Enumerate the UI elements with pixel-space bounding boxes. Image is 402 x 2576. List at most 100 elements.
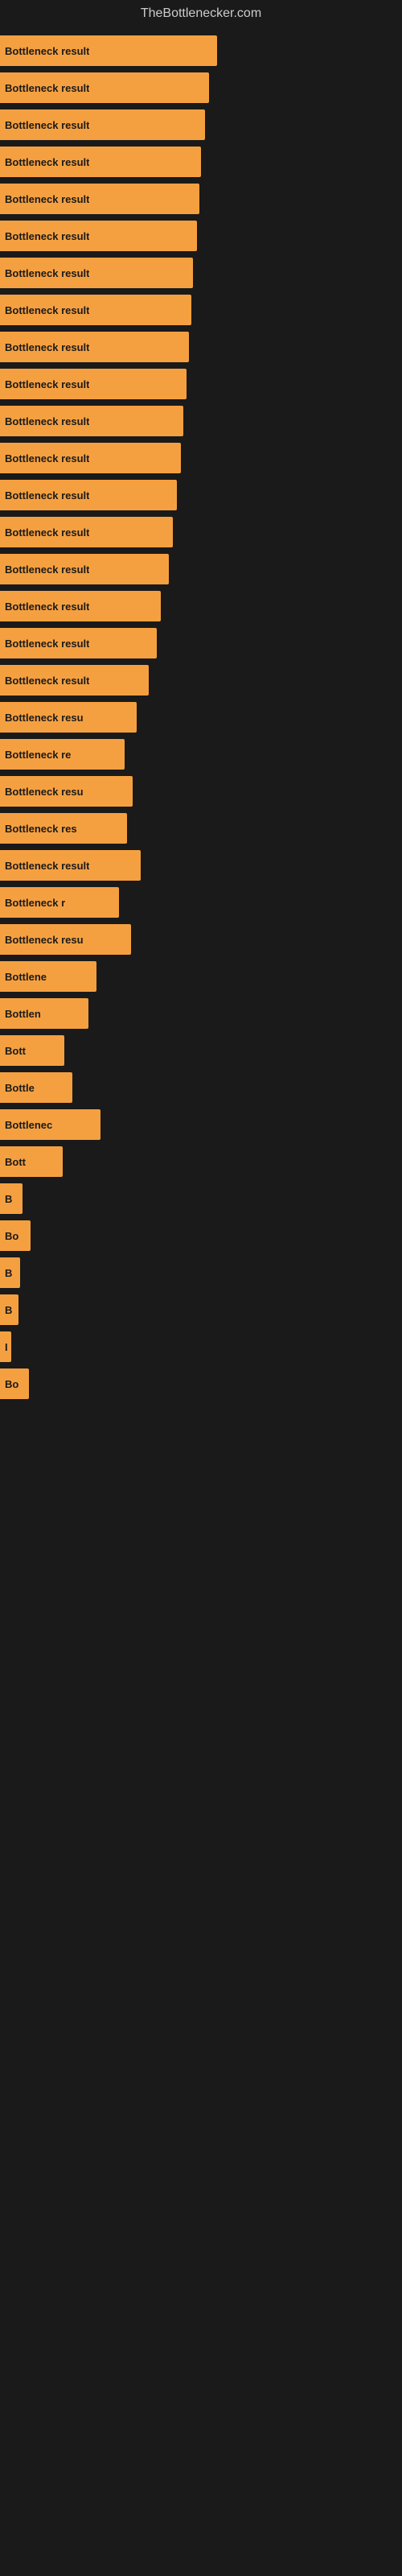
bar[interactable]: Bottleneck resu: [0, 702, 137, 733]
bar[interactable]: Bottleneck result: [0, 184, 199, 214]
bar-label: Bottleneck resu: [5, 934, 84, 946]
bar[interactable]: B: [0, 1183, 23, 1214]
bar-row: Bottleneck r: [0, 884, 402, 921]
bar[interactable]: B: [0, 1257, 20, 1288]
bar[interactable]: Bottleneck result: [0, 665, 149, 696]
bar-label: Bottleneck result: [5, 415, 89, 427]
bar[interactable]: Bott: [0, 1146, 63, 1177]
bar-label: Bottleneck result: [5, 452, 89, 464]
bar-label: Bott: [5, 1156, 26, 1168]
bar[interactable]: Bottlen: [0, 998, 88, 1029]
bar-row: Bottleneck result: [0, 106, 402, 143]
bar[interactable]: Bottleneck result: [0, 628, 157, 658]
bar[interactable]: Bottle: [0, 1072, 72, 1103]
bar[interactable]: Bottleneck result: [0, 258, 193, 288]
bar[interactable]: Bottleneck result: [0, 480, 177, 510]
bar-row: Bottleneck result: [0, 254, 402, 291]
bar-row: B: [0, 1254, 402, 1291]
bar[interactable]: Bottleneck result: [0, 369, 187, 399]
bar-row: Bottleneck result: [0, 440, 402, 477]
bar[interactable]: Bottlene: [0, 961, 96, 992]
bar[interactable]: Bottleneck result: [0, 72, 209, 103]
bar-row: Bottlen: [0, 995, 402, 1032]
bar-label: I: [5, 1341, 8, 1353]
bar-label: Bottleneck resu: [5, 786, 84, 798]
bar-label: B: [5, 1267, 12, 1279]
bar[interactable]: B: [0, 1294, 18, 1325]
bar-label: Bott: [5, 1045, 26, 1057]
bar-label: Bottleneck result: [5, 156, 89, 168]
bar[interactable]: Bottleneck result: [0, 517, 173, 547]
bar-label: Bottleneck result: [5, 378, 89, 390]
bar-label: Bottleneck result: [5, 45, 89, 57]
bar-label: Bottleneck re: [5, 749, 71, 761]
bar-row: Bottleneck result: [0, 625, 402, 662]
bar-label: Bottleneck result: [5, 304, 89, 316]
bar-label: Bottleneck result: [5, 341, 89, 353]
bar[interactable]: I: [0, 1331, 11, 1362]
bar[interactable]: Bottleneck re: [0, 739, 125, 770]
bar-label: Bottleneck r: [5, 897, 65, 909]
bar-label: Bottleneck result: [5, 564, 89, 576]
bar-label: Bottleneck result: [5, 526, 89, 539]
bar-row: Bo: [0, 1365, 402, 1402]
bar-row: B: [0, 1180, 402, 1217]
bar[interactable]: Bottleneck result: [0, 35, 217, 66]
bar-label: Bottleneck resu: [5, 712, 84, 724]
bar-label: Bottlene: [5, 971, 47, 983]
bar-row: Bottleneck resu: [0, 773, 402, 810]
bar-label: Bottlen: [5, 1008, 41, 1020]
bar[interactable]: Bottleneck resu: [0, 776, 133, 807]
bar[interactable]: Bott: [0, 1035, 64, 1066]
bar[interactable]: Bottleneck result: [0, 147, 201, 177]
bar-label: Bottleneck result: [5, 489, 89, 502]
bar-row: Bottleneck result: [0, 365, 402, 402]
bar-label: B: [5, 1193, 12, 1205]
bar-row: Bottleneck res: [0, 810, 402, 847]
bar-label: Bottleneck result: [5, 193, 89, 205]
bar[interactable]: Bottleneck r: [0, 887, 119, 918]
bar-row: Bottleneck re: [0, 736, 402, 773]
bar-row: Bott: [0, 1032, 402, 1069]
bar-row: Bottleneck result: [0, 32, 402, 69]
bar-row: Bottleneck resu: [0, 699, 402, 736]
bar-row: I: [0, 1328, 402, 1365]
bar-label: Bo: [5, 1230, 18, 1242]
bar-label: Bottleneck result: [5, 119, 89, 131]
bar[interactable]: Bottleneck result: [0, 221, 197, 251]
bar-row: Bottleneck result: [0, 328, 402, 365]
bar-label: B: [5, 1304, 12, 1316]
bar-label: Bo: [5, 1378, 18, 1390]
bar[interactable]: Bo: [0, 1368, 29, 1399]
bar[interactable]: Bottleneck result: [0, 850, 141, 881]
bars-container: Bottleneck result Bottleneck result Bottle…: [0, 24, 402, 1410]
bar-row: B: [0, 1291, 402, 1328]
bar[interactable]: Bottleneck result: [0, 554, 169, 584]
bar[interactable]: Bottleneck result: [0, 406, 183, 436]
bar[interactable]: Bottleneck result: [0, 332, 189, 362]
bar[interactable]: Bo: [0, 1220, 31, 1251]
bar-label: Bottleneck result: [5, 230, 89, 242]
bar-row: Bottleneck result: [0, 847, 402, 884]
bar-row: Bottleneck result: [0, 588, 402, 625]
bar-row: Bottleneck result: [0, 551, 402, 588]
bar[interactable]: Bottleneck result: [0, 109, 205, 140]
bar-row: Bottleneck result: [0, 180, 402, 217]
bar[interactable]: Bottleneck result: [0, 295, 191, 325]
bar-row: Bottlene: [0, 958, 402, 995]
bar[interactable]: Bottlenec: [0, 1109, 100, 1140]
bar[interactable]: Bottleneck result: [0, 443, 181, 473]
bar[interactable]: Bottleneck res: [0, 813, 127, 844]
bar-row: Bottleneck result: [0, 291, 402, 328]
bar-label: Bottlenec: [5, 1119, 52, 1131]
bar-row: Bottleneck result: [0, 662, 402, 699]
bar-row: Bottleneck result: [0, 217, 402, 254]
bar-label: Bottleneck result: [5, 267, 89, 279]
bar-row: Bottleneck result: [0, 514, 402, 551]
bar[interactable]: Bottleneck resu: [0, 924, 131, 955]
bar-row: Bottleneck result: [0, 477, 402, 514]
bar-label: Bottleneck result: [5, 82, 89, 94]
bar-row: Bottleneck result: [0, 69, 402, 106]
bar-label: Bottleneck result: [5, 675, 89, 687]
bar[interactable]: Bottleneck result: [0, 591, 161, 621]
